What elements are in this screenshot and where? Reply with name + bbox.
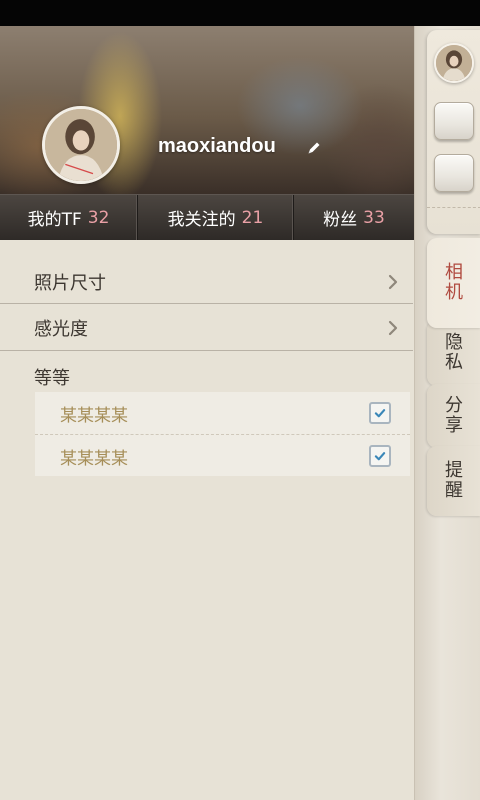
checkmark-icon [374,409,386,418]
stat-my-tf[interactable]: 我的TF 32 [0,195,138,240]
photo-size-label: 照片尺寸 [34,273,106,294]
divider [0,350,413,351]
stat-count: 32 [87,207,110,228]
tab-remind[interactable]: 提醒 [427,446,480,516]
checkmark-icon [374,452,386,461]
username: maoxiandou [158,135,276,157]
option-checkbox[interactable] [369,402,391,424]
profile-header: maoxiandou [0,26,414,194]
avatar-photo [436,45,472,81]
photo-size-row[interactable]: 照片尺寸 [0,259,413,305]
section-label: 等等 [34,368,70,389]
option-checkbox[interactable] [369,445,391,467]
tab-camera[interactable]: 相机 [427,238,480,328]
iso-label: 感光度 [34,319,88,340]
rail-tabs: 相机 隐私 分享 提醒 [427,238,480,516]
profile-avatar[interactable] [42,106,120,184]
tab-label: 相机 [445,262,463,303]
stat-count: 21 [241,207,264,228]
chevron-right-icon [388,320,398,336]
dashed-divider [427,207,480,208]
sub-option-label: 某某某某 [60,405,128,426]
avatar-photo [45,109,117,181]
tab-label: 隐私 [445,332,463,373]
tab-label: 分享 [445,395,463,436]
sub-option-label: 某某某某 [60,448,128,469]
stat-following[interactable]: 我关注的 21 [138,195,294,240]
tab-label: 提醒 [445,460,463,501]
tab-privacy[interactable]: 隐私 [427,320,480,386]
stat-label: 我的TF [27,210,82,230]
stat-label: 我关注的 [167,210,236,230]
rail-button[interactable] [434,102,474,140]
stat-label: 粉丝 [323,210,358,230]
stats-bar: 我的TF 32 我关注的 21 粉丝 33 [0,194,414,240]
sub-option-item[interactable]: 某某某某 [35,392,410,434]
stat-count: 33 [363,207,385,228]
iso-row[interactable]: 感光度 [0,305,413,351]
divider [0,303,413,304]
sub-option-item[interactable]: 某某某某 [35,435,410,477]
stat-followers[interactable]: 粉丝 33 [294,195,414,240]
status-bar [0,0,480,26]
rail-button[interactable] [434,154,474,192]
chevron-right-icon [388,274,398,290]
settings-panel: 照片尺寸 感光度 等等 某某某某 某某某某 [0,240,414,800]
pencil-icon[interactable] [306,140,322,156]
rail-avatar[interactable] [434,43,474,83]
right-rail: 相机 隐私 分享 提醒 [414,26,480,800]
sub-options-list: 某某某某 某某某某 [35,392,410,476]
tab-share[interactable]: 分享 [427,384,480,448]
